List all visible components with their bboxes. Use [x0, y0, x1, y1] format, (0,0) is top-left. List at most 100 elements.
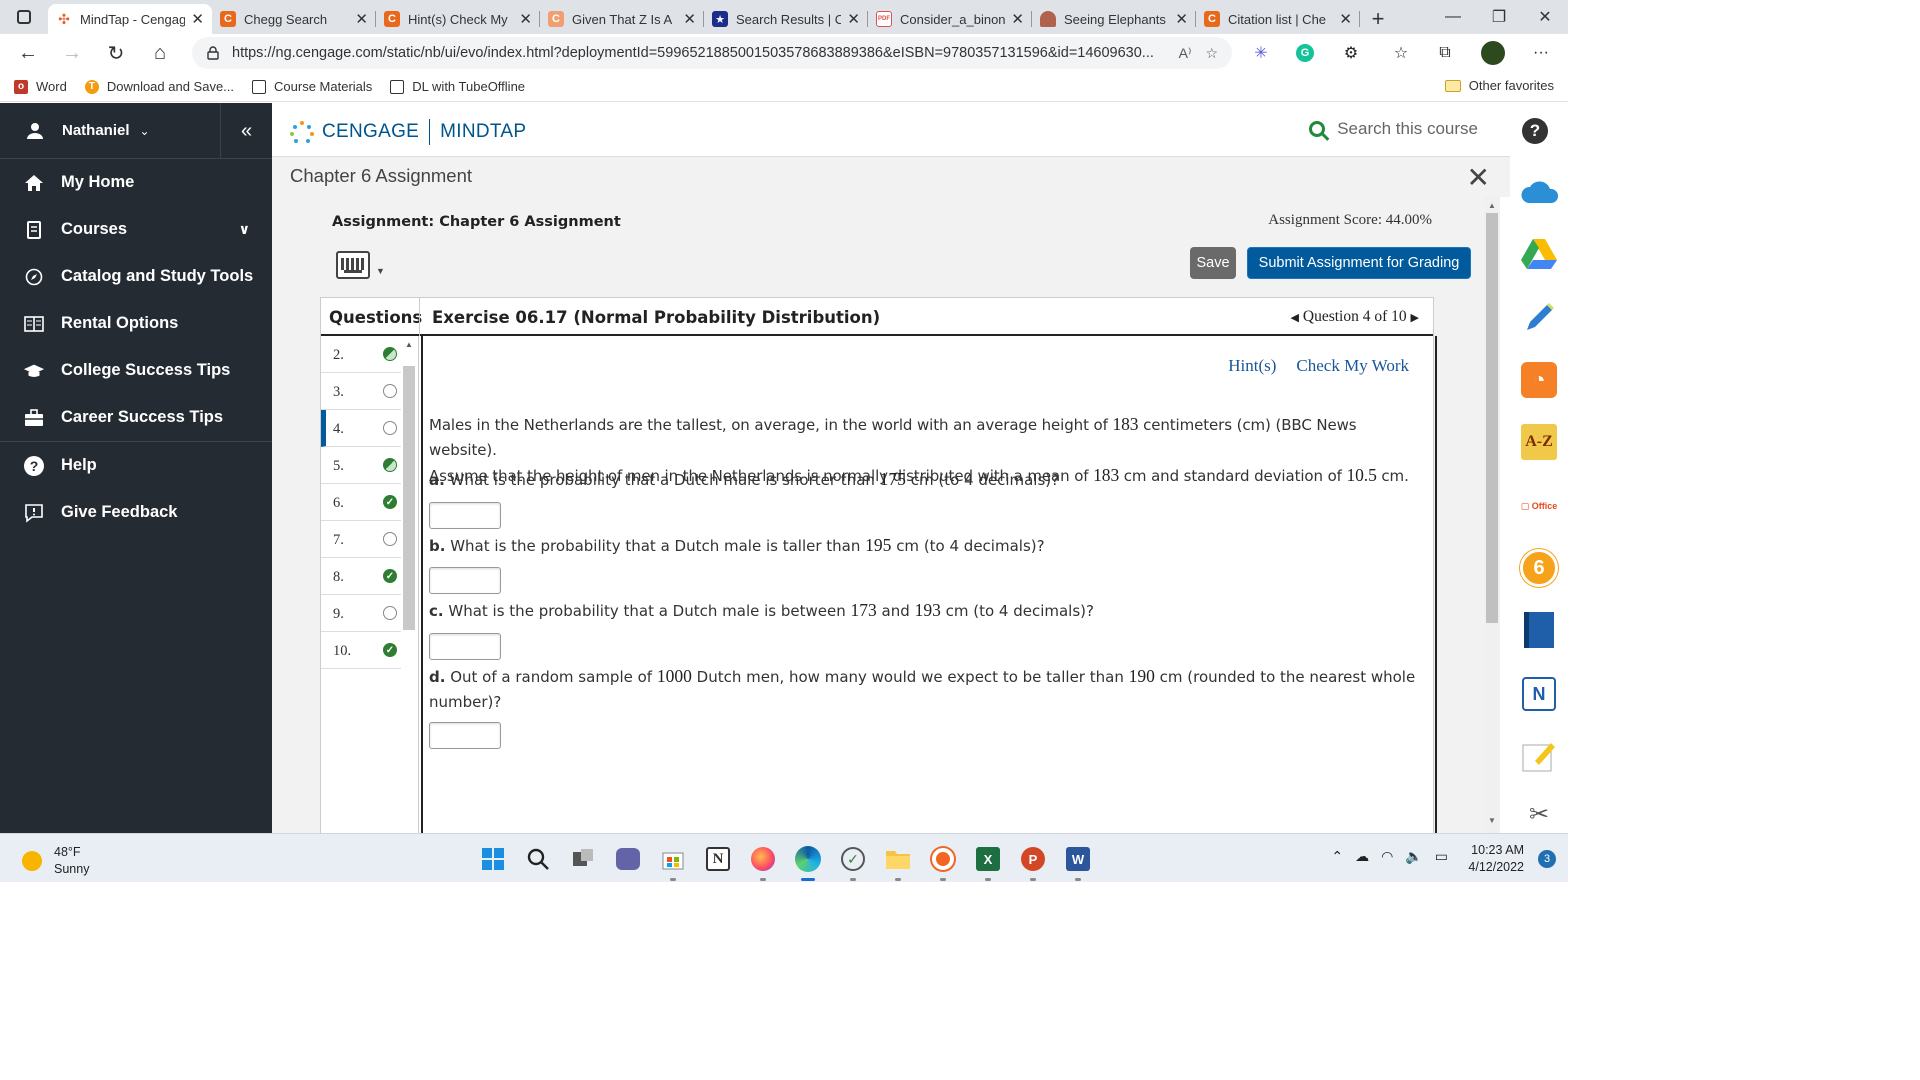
tab-citation-list[interactable]: C Citation list | Che ✕: [1196, 4, 1360, 34]
minimize-icon[interactable]: —: [1430, 0, 1476, 34]
tab-chegg-search[interactable]: C Chegg Search ✕: [212, 4, 376, 34]
question-item-current[interactable]: 4.: [321, 410, 401, 447]
dictionary-az-icon[interactable]: A-Z: [1518, 421, 1560, 463]
close-tab-icon[interactable]: ✕: [683, 10, 696, 28]
readspeaker-icon[interactable]: 6: [1518, 547, 1560, 589]
question-item[interactable]: 9.: [321, 595, 401, 632]
office-icon[interactable]: ▢ Office: [1518, 485, 1560, 527]
volume-icon[interactable]: 🔈: [1405, 848, 1422, 865]
store-icon[interactable]: [658, 844, 688, 881]
question-item[interactable]: 3.: [321, 373, 401, 410]
user-menu[interactable]: Nathaniel ⌄ «: [0, 103, 272, 159]
collapse-sidebar-icon[interactable]: «: [220, 103, 272, 159]
close-tab-icon[interactable]: ✕: [847, 10, 860, 28]
windows-start-icon[interactable]: [478, 844, 508, 874]
cengage-mindtap-logo[interactable]: CENGAGE MINDTAP: [290, 119, 526, 145]
part-a-answer-input[interactable]: [429, 502, 501, 529]
question-item[interactable]: 7.: [321, 521, 401, 558]
google-drive-icon[interactable]: [1518, 233, 1560, 275]
sidebar-item-feedback[interactable]: Give Feedback: [0, 489, 272, 536]
question-item[interactable]: 5.: [321, 447, 401, 484]
grammarly-icon[interactable]: G: [1290, 34, 1320, 72]
course-search[interactable]: Search this course: [1309, 119, 1478, 139]
tab-mindtap[interactable]: ✣ MindTap - Cengage ✕: [48, 4, 212, 34]
search-icon[interactable]: [523, 844, 553, 874]
question-item[interactable]: 10. ✓: [321, 632, 401, 669]
more-menu-icon[interactable]: ···: [1526, 34, 1556, 72]
pencil-icon[interactable]: [1518, 297, 1560, 339]
read-aloud-icon[interactable]: A⁾: [1179, 45, 1192, 62]
battery-icon[interactable]: ▭: [1435, 848, 1448, 865]
sidebar-item-courses[interactable]: Courses ∨: [0, 206, 272, 253]
edge-icon[interactable]: [793, 844, 823, 881]
refresh-icon[interactable]: ↻: [94, 34, 138, 72]
close-tab-icon[interactable]: ✕: [355, 10, 368, 28]
powerpoint-icon[interactable]: P: [1018, 844, 1048, 881]
bookmark-download[interactable]: T Download and Save...: [84, 79, 234, 94]
tab-actions-icon[interactable]: [0, 0, 48, 34]
notion-icon[interactable]: N: [703, 844, 733, 874]
help-icon[interactable]: ?: [1522, 118, 1548, 144]
extensions-icon[interactable]: ⚙: [1336, 34, 1366, 72]
url-field[interactable]: https://ng.cengage.com/static/nb/ui/evo/…: [192, 37, 1232, 69]
question-item[interactable]: 8. ✓: [321, 558, 401, 595]
notification-badge[interactable]: 3: [1538, 850, 1556, 868]
collections-icon[interactable]: ⧉: [1430, 34, 1460, 72]
other-favorites[interactable]: Other favorites: [1444, 78, 1554, 93]
excel-icon[interactable]: X: [973, 844, 1003, 881]
word-icon[interactable]: W: [1063, 844, 1093, 881]
close-tab-icon[interactable]: ✕: [1339, 10, 1352, 28]
hints-link[interactable]: Hint(s): [1228, 356, 1276, 376]
question-item[interactable]: 2.: [321, 336, 401, 373]
sidebar-item-my-home[interactable]: My Home: [0, 159, 272, 206]
onenote-icon[interactable]: N: [1518, 673, 1560, 715]
tab-seeing-elephants[interactable]: Seeing Elephants ✕: [1032, 4, 1196, 34]
close-tab-icon[interactable]: ✕: [191, 10, 204, 28]
lock-icon[interactable]: [206, 46, 220, 60]
bookmark-word[interactable]: o Word: [14, 79, 67, 94]
sidebar-item-help[interactable]: ? Help: [0, 442, 272, 489]
question-list-scrollbar[interactable]: ▲: [401, 336, 417, 636]
question-navigator[interactable]: ◀ Question 4 of 10 ▶: [1291, 308, 1419, 326]
firefox-icon[interactable]: [748, 844, 778, 881]
notebook-icon[interactable]: [1518, 609, 1560, 651]
notes-icon[interactable]: [1518, 735, 1560, 777]
bookmark-course-materials[interactable]: Course Materials: [252, 79, 372, 94]
sidebar-item-catalog[interactable]: Catalog and Study Tools: [0, 253, 272, 300]
tab-hints[interactable]: C Hint(s) Check My ✕: [376, 4, 540, 34]
part-c-answer-input[interactable]: [429, 633, 501, 660]
sidebar-item-career-tips[interactable]: Career Success Tips: [0, 394, 272, 441]
tab-given-z[interactable]: C Given That Z Is A ✕: [540, 4, 704, 34]
clock[interactable]: 10:23 AM 4/12/2022: [1468, 842, 1524, 876]
chevron-up-icon[interactable]: ⌃: [1331, 848, 1343, 865]
tab-pdf[interactable]: PDF Consider_a_binon ✕: [868, 4, 1032, 34]
close-activity-icon[interactable]: ✕: [1467, 161, 1490, 194]
sidebar-item-college-tips[interactable]: College Success Tips: [0, 347, 272, 394]
check-my-work-link[interactable]: Check My Work: [1296, 356, 1409, 376]
sidebar-item-rental[interactable]: Rental Options: [0, 300, 272, 347]
file-explorer-icon[interactable]: [883, 844, 913, 881]
next-question-icon[interactable]: ▶: [1411, 312, 1419, 324]
new-tab-icon[interactable]: +: [1360, 4, 1396, 34]
close-tab-icon[interactable]: ✕: [1175, 10, 1188, 28]
prev-question-icon[interactable]: ◀: [1291, 312, 1299, 324]
wifi-icon[interactable]: ◠: [1381, 848, 1393, 865]
home-icon[interactable]: ⌂: [138, 34, 182, 72]
favorites-icon[interactable]: ☆: [1386, 34, 1416, 72]
restore-icon[interactable]: ❐: [1476, 0, 1522, 34]
part-b-answer-input[interactable]: [429, 567, 501, 594]
extension-sparkle-icon[interactable]: ✳: [1246, 34, 1276, 72]
question-item[interactable]: 6. ✓: [321, 484, 401, 521]
save-button[interactable]: Save: [1190, 247, 1236, 279]
tab-search-results[interactable]: ★ Search Results | C ✕: [704, 4, 868, 34]
add-favorite-icon[interactable]: ☆: [1205, 45, 1218, 62]
part-d-answer-input[interactable]: [429, 722, 501, 749]
rss-icon[interactable]: ◔: [1518, 359, 1560, 401]
grammarly-check-icon[interactable]: ✓: [838, 844, 868, 881]
tools-icon[interactable]: ✂: [1518, 793, 1560, 835]
bookmark-tubeoffline[interactable]: DL with TubeOffline: [390, 79, 525, 94]
app-orange-icon[interactable]: [928, 844, 958, 881]
close-tab-icon[interactable]: ✕: [1011, 10, 1024, 28]
profile-avatar[interactable]: [1478, 34, 1508, 72]
task-view-icon[interactable]: [568, 844, 598, 874]
